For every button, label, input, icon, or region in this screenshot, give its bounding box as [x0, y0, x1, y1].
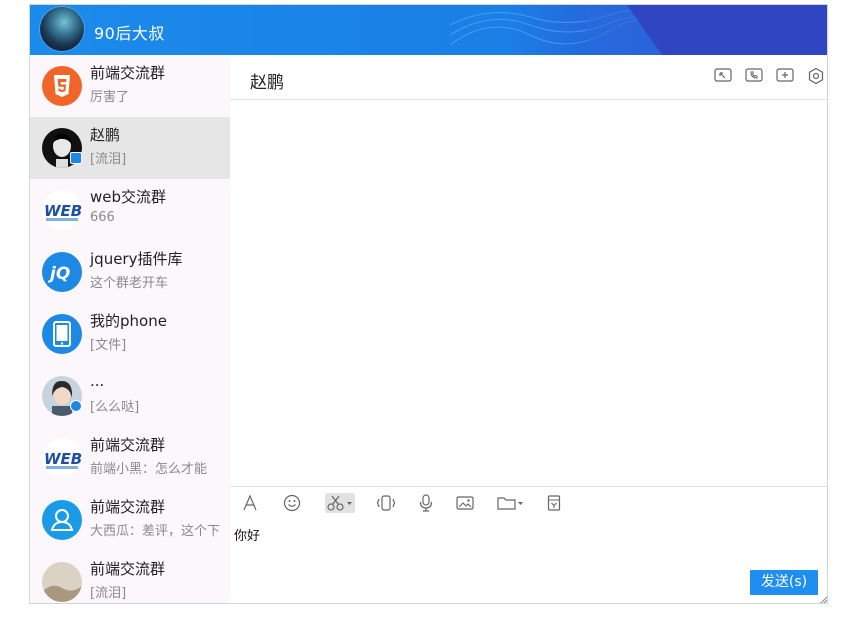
resize-handle-icon[interactable] [818, 595, 828, 604]
jquery-logo: jQ [42, 252, 82, 292]
web-logo: WEB [42, 438, 82, 478]
shake-icon[interactable] [375, 493, 397, 513]
star-badge [70, 400, 82, 412]
svg-text:WEB: WEB [44, 450, 82, 468]
history-icon[interactable] [546, 493, 562, 513]
contact-item[interactable]: 赵鹏 [流泪] [30, 117, 230, 179]
contact-item[interactable]: 前端交流群 厉害了 [30, 55, 230, 117]
emoji-icon[interactable] [282, 493, 302, 513]
input-area: 你好 发送(s) [230, 486, 828, 604]
contact-name: 前端交流群 [90, 498, 166, 516]
chat-title: 赵鹏 [250, 73, 284, 93]
contact-item[interactable]: WEB web交流群 666 [30, 179, 230, 241]
contact-name: 赵鹏 [90, 126, 121, 144]
chat-window: 90后大叔 前端交流群 厉害了 赵鹏 [流泪] WEB web交流群 666 j… [29, 4, 828, 604]
contact-name: 前端交流群 [90, 436, 166, 454]
message-input[interactable]: 你好 [234, 525, 260, 544]
svg-text:WEB: WEB [44, 202, 82, 220]
phone-icon [42, 314, 82, 354]
screenshot-scissors-icon[interactable] [325, 493, 355, 513]
contact-name: 我的phone [90, 312, 167, 330]
chat-header: 赵鹏 [230, 55, 827, 100]
contact-item[interactable]: jQ jquery插件库 这个群老开车 [30, 241, 230, 303]
phone-call-icon[interactable] [745, 67, 763, 85]
contact-last-message: 大西瓜：差评，这个下 [90, 524, 221, 539]
contact-last-message: [流泪] [90, 152, 127, 167]
font-icon[interactable] [240, 493, 260, 513]
contact-name: 前端交流群 [90, 560, 166, 578]
svg-text:jQ: jQ [47, 264, 70, 284]
contact-last-message: 前端小黑：怎么才能 [90, 462, 208, 477]
contact-item[interactable]: 我的phone [文件] [30, 303, 230, 365]
screen-share-icon[interactable] [714, 67, 732, 85]
settings-icon[interactable] [807, 67, 825, 85]
contact-name: jquery插件库 [90, 250, 183, 268]
title-bar: 90后大叔 [30, 5, 827, 55]
contact-item[interactable]: 前端交流群 大西瓜：差评，这个下 [30, 489, 230, 551]
contact-last-message: [流泪] [90, 586, 127, 601]
web-logo: WEB [42, 190, 82, 230]
contact-last-message: 厉害了 [90, 90, 130, 105]
image-icon[interactable] [455, 493, 475, 513]
contact-item[interactable]: 前端交流群 [流泪] [30, 551, 230, 603]
photo [42, 562, 82, 602]
contact-name: web交流群 [90, 188, 167, 206]
titlebar-diagonal [587, 5, 827, 55]
contact-list: 前端交流群 厉害了 赵鹏 [流泪] WEB web交流群 666 jQ jque… [30, 55, 230, 603]
device-badge [70, 152, 82, 164]
user-icon [42, 500, 82, 540]
contact-name: ... [90, 372, 105, 390]
contact-last-message: 666 [90, 210, 115, 225]
send-button[interactable]: 发送(s) [750, 570, 818, 595]
contact-last-message: 这个群老开车 [90, 276, 169, 291]
html5-icon [42, 66, 82, 106]
contact-name: 前端交流群 [90, 64, 166, 82]
contact-item[interactable]: ... [么么哒] [30, 365, 230, 427]
user-avatar[interactable] [40, 7, 84, 51]
contact-last-message: [么么哒] [90, 400, 140, 415]
contact-last-message: [文件] [90, 338, 127, 353]
add-member-icon[interactable] [776, 67, 794, 85]
user-name: 90后大叔 [94, 24, 165, 43]
microphone-icon[interactable] [417, 493, 435, 513]
contact-item[interactable]: WEB 前端交流群 前端小黑：怎么才能 [30, 427, 230, 489]
chat-panel: 赵鹏 你好 发送(s) [230, 55, 828, 604]
folder-icon[interactable] [497, 493, 525, 513]
